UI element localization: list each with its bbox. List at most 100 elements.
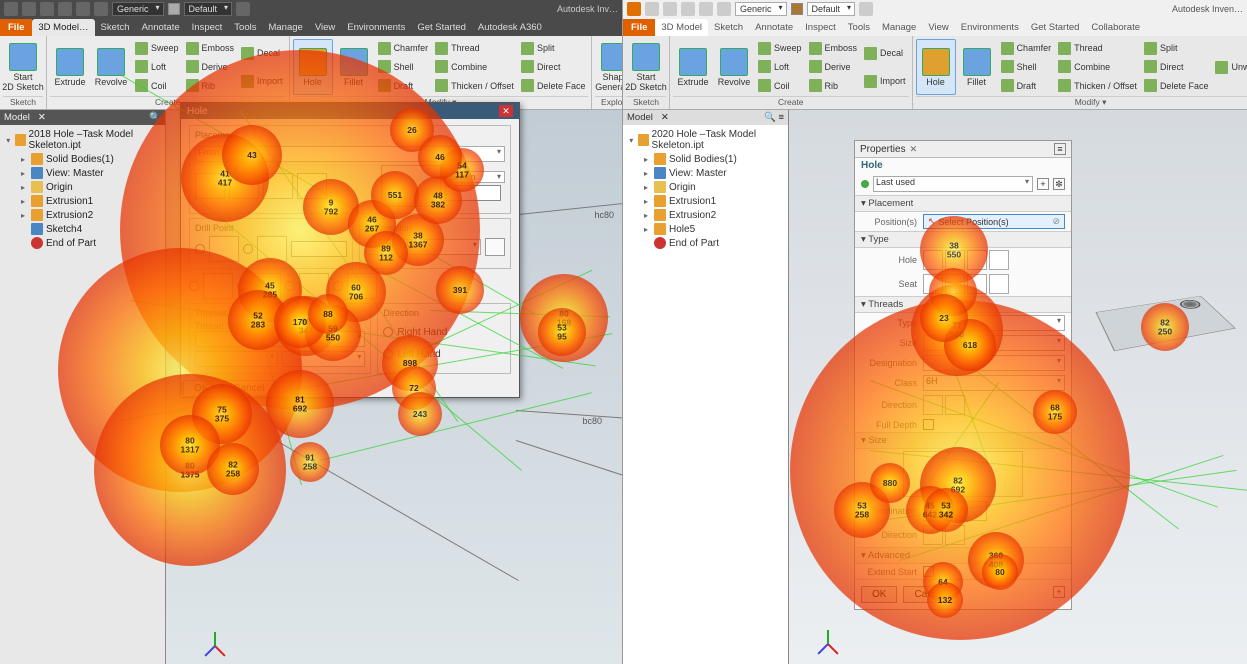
- start-2d-sketch-button[interactable]: Start 2D Sketch: [3, 39, 43, 95]
- qat-home-icon[interactable]: [94, 2, 108, 16]
- thread-button[interactable]: Thread: [432, 41, 517, 56]
- hole-button[interactable]: Hole: [916, 39, 956, 95]
- qat-measure-icon[interactable]: [859, 2, 873, 16]
- tree-extrusion2[interactable]: ▸Extrusion2: [625, 208, 786, 222]
- term-thru-button[interactable]: [923, 501, 943, 521]
- extrude-button[interactable]: Extrude: [50, 39, 90, 95]
- loft-button[interactable]: Loft: [132, 59, 182, 74]
- extrude-button[interactable]: Extrude: [673, 39, 713, 95]
- qat-redo-icon[interactable]: [76, 2, 90, 16]
- appearance-swatch[interactable]: [168, 3, 180, 15]
- qat-undo-icon[interactable]: [681, 2, 695, 16]
- qat-home-icon[interactable]: [717, 2, 731, 16]
- tab-manage[interactable]: Manage: [262, 19, 308, 36]
- delete-face-button[interactable]: Delete Face: [1141, 78, 1212, 93]
- qat-save-icon[interactable]: [663, 2, 677, 16]
- thread-size-combo[interactable]: [195, 351, 278, 367]
- material-combo[interactable]: Generic: [735, 2, 787, 16]
- thicken-button[interactable]: Thicken / Offset: [1055, 78, 1140, 93]
- qat-redo-icon[interactable]: [699, 2, 713, 16]
- tab-view[interactable]: View: [922, 19, 954, 36]
- holetype-simple-button[interactable]: [195, 173, 225, 199]
- hole-diameter-field[interactable]: [445, 185, 501, 201]
- tree-root[interactable]: ▾2018 Hole –Task Model Skeleton.ipt: [2, 128, 163, 152]
- seat-clearance-radio[interactable]: [237, 281, 247, 291]
- tab-3dmodel[interactable]: 3D Model…: [32, 19, 94, 36]
- chamfer-button[interactable]: Chamfer: [375, 41, 432, 56]
- holetype-simple-button[interactable]: [923, 250, 943, 270]
- qat-open-icon[interactable]: [645, 2, 659, 16]
- termination-combo[interactable]: Through All: [365, 239, 481, 255]
- drill-flat-radio[interactable]: [195, 244, 205, 254]
- holetype-tapped-button[interactable]: [967, 250, 987, 270]
- holetype-clearance-button[interactable]: [945, 250, 965, 270]
- import-button[interactable]: Import: [238, 74, 286, 89]
- tab-view[interactable]: View: [309, 19, 341, 36]
- tab-env[interactable]: Environments: [955, 19, 1025, 36]
- tab-env[interactable]: Environments: [341, 19, 411, 36]
- dir-lh-button[interactable]: [945, 395, 965, 415]
- thicken-button[interactable]: Thicken / Offset: [432, 78, 517, 93]
- tab-tools[interactable]: Tools: [228, 19, 262, 36]
- model-browser[interactable]: Model✕🔍 ▾2018 Hole –Task Model Skeleton.…: [0, 110, 166, 664]
- loft-button[interactable]: Loft: [755, 59, 805, 74]
- tree-sketch4[interactable]: Sketch4: [2, 222, 163, 236]
- tree-endofpart[interactable]: End of Part: [2, 236, 163, 250]
- rib-button[interactable]: Rib: [183, 78, 238, 93]
- revolve-button[interactable]: Revolve: [714, 39, 754, 95]
- emboss-button[interactable]: Emboss: [183, 41, 238, 56]
- tree-extrusion1[interactable]: ▸Extrusion1: [2, 194, 163, 208]
- file-tab[interactable]: File: [623, 19, 655, 36]
- qat-open-icon[interactable]: [22, 2, 36, 16]
- material-combo[interactable]: Generic: [112, 2, 164, 16]
- tab-annotate[interactable]: Annotate: [749, 19, 799, 36]
- tab-getstarted[interactable]: Get Started: [411, 19, 472, 36]
- sweep-button[interactable]: Sweep: [132, 41, 182, 56]
- revolve-button[interactable]: Revolve: [91, 39, 131, 95]
- fillet-button[interactable]: Fillet: [957, 39, 997, 95]
- combine-button[interactable]: Combine: [1055, 59, 1140, 74]
- term-dist-button[interactable]: [967, 501, 987, 521]
- qat-inventor-icon[interactable]: [627, 2, 641, 16]
- coil-button[interactable]: Coil: [755, 78, 805, 93]
- cancel-button[interactable]: Cancel: [903, 586, 956, 603]
- section-threads[interactable]: ▾ Threads: [855, 296, 1071, 313]
- properties-close-button[interactable]: ✕: [910, 144, 918, 155]
- tree-endofpart[interactable]: End of Part: [625, 236, 786, 250]
- hole-depth-combo[interactable]: 30 mm: [445, 171, 505, 183]
- tab-tools[interactable]: Tools: [842, 19, 876, 36]
- tree-origin[interactable]: ▸Origin: [625, 180, 786, 194]
- seat-countersink-button[interactable]: [989, 274, 1009, 294]
- split-button[interactable]: Split: [518, 41, 589, 56]
- section-advanced[interactable]: ▾ Advanced: [855, 547, 1071, 564]
- draft-button[interactable]: Draft: [998, 78, 1055, 93]
- preset-add-button[interactable]: +: [1037, 178, 1049, 190]
- thread-type-combo[interactable]: [195, 331, 365, 347]
- seat-taper-radio[interactable]: [333, 281, 343, 291]
- rh-radio[interactable]: [383, 327, 393, 337]
- seat-spotface-button[interactable]: [967, 274, 987, 294]
- section-size[interactable]: ▾ Size: [855, 432, 1071, 449]
- tree-root[interactable]: ▾2020 Hole –Task Model Skeleton.ipt: [625, 128, 786, 152]
- seat-tapped-radio[interactable]: [285, 281, 295, 291]
- combine-button[interactable]: Combine: [432, 59, 517, 74]
- split-button[interactable]: Split: [1141, 41, 1212, 56]
- drill-angle-radio[interactable]: [243, 244, 253, 254]
- direct-button[interactable]: Direct: [1141, 59, 1212, 74]
- tree-solidbodies[interactable]: ▸Solid Bodies(1): [625, 152, 786, 166]
- shell-button[interactable]: Shell: [375, 59, 432, 74]
- preset-settings-button[interactable]: ✼: [1053, 178, 1065, 190]
- placement-combo[interactable]: From Sketch: [195, 146, 505, 162]
- draft-button[interactable]: Draft: [375, 78, 432, 93]
- drill-angle-field[interactable]: [291, 241, 347, 257]
- seat-none-button[interactable]: [923, 274, 943, 294]
- ok-button[interactable]: OK: [861, 586, 897, 603]
- preset-combo[interactable]: Last used: [873, 176, 1033, 192]
- thread-type-combo[interactable]: [923, 315, 1065, 331]
- sweep-button[interactable]: Sweep: [755, 41, 805, 56]
- file-tab[interactable]: File: [0, 19, 32, 36]
- derive-button[interactable]: Derive: [183, 59, 238, 74]
- decal-button[interactable]: Decal: [238, 46, 286, 61]
- tab-3dmodel[interactable]: 3D Model: [655, 19, 708, 36]
- thread-class-combo[interactable]: [282, 351, 365, 367]
